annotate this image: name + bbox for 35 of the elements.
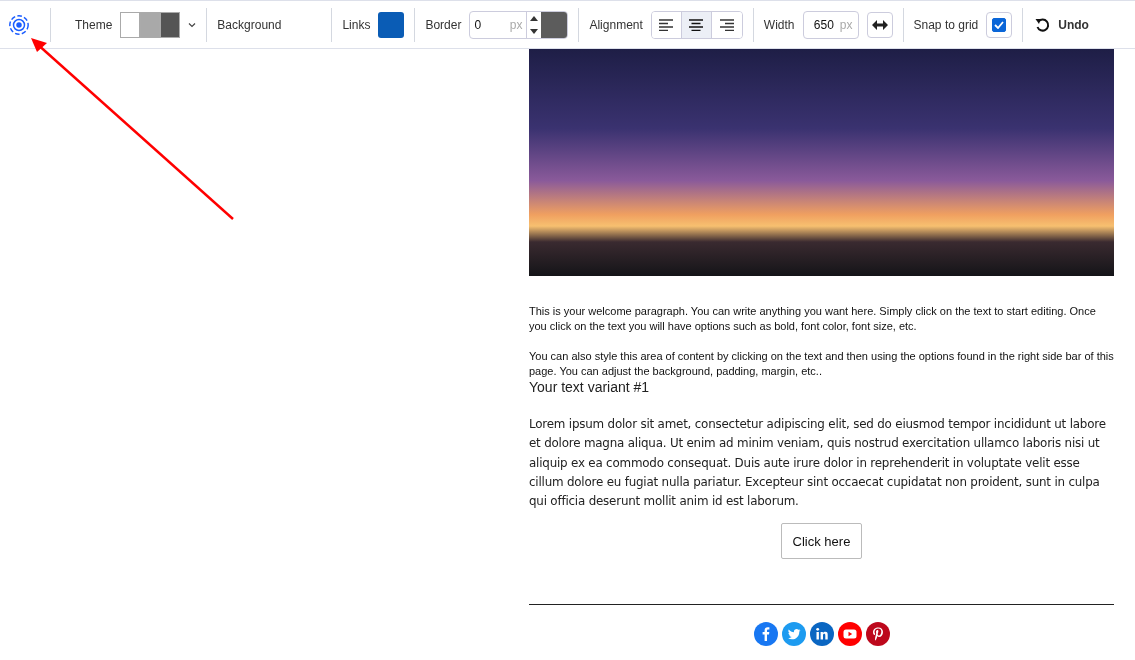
alignment-label: Alignment xyxy=(589,17,643,32)
theme-color-swatch[interactable] xyxy=(160,11,181,38)
undo-button[interactable]: Undo xyxy=(1033,16,1091,33)
theme-color-swatch[interactable] xyxy=(120,11,141,38)
welcome-paragraph: This is your welcome paragraph. You can write anything you want here. Simply click on the text to start editing. Once you click on the text you will have options such as bold, font color, font size, etc. xyxy=(529,304,1097,334)
theme-color-swatch[interactable] xyxy=(140,11,161,38)
expand-width-button[interactable] xyxy=(866,11,893,38)
align-center-icon xyxy=(689,18,704,31)
align-left-icon xyxy=(659,18,674,31)
target-logo-icon[interactable] xyxy=(8,13,30,36)
width-input[interactable]: 650 px xyxy=(802,10,859,39)
in-circle-icon[interactable] xyxy=(809,622,834,647)
snap-to-grid-label: Snap to grid xyxy=(913,17,979,32)
bird-circle-icon[interactable] xyxy=(781,622,806,647)
align-center-button[interactable] xyxy=(681,11,712,38)
align-left-button[interactable] xyxy=(651,11,682,38)
theme-label: Theme xyxy=(75,17,113,32)
double-arrow-icon xyxy=(871,19,888,30)
welcome-paragraph: You can also style this area of content by clicking on the text and then using the options found in the right side bar of this page. You can adjust the background, padding, margin, etc.. xyxy=(529,349,1114,379)
links-color-swatch[interactable] xyxy=(378,11,405,38)
width-label: Width xyxy=(763,17,795,32)
links-label: Links xyxy=(342,17,371,32)
background-label[interactable]: Background xyxy=(217,17,322,32)
text-variant-heading: Your text variant #1 xyxy=(529,379,651,395)
checkmark-icon xyxy=(994,20,1005,29)
play-circle-icon[interactable] xyxy=(837,622,862,647)
align-right-icon xyxy=(719,18,734,31)
border-label: Border xyxy=(425,17,462,32)
chevron-down-icon[interactable] xyxy=(188,21,197,28)
snap-checkbox[interactable] xyxy=(986,11,1013,38)
click-here-button[interactable]: Click here xyxy=(780,523,863,560)
letter-p-circle-icon[interactable] xyxy=(865,622,890,647)
lorem-paragraph: Lorem ipsum dolor sit amet, consectetur adipiscing elit, sed do eiusmod tempor incididunt ut labore et dolore magna aliqua. Ut enim ad minim veniam, quis nostrud exercitation ullamco laboris nisi ut aliquip ex ea commodo consequat. Duis aute irure dolor in reprehenderit in voluptate velit esse cillum dolore eu fugiat nulla pariatur. Excepteur sint occaecat cupidatat non proident, sunt in culpa qui officia deserunt mollit anim id est laborum. xyxy=(529,416,1107,511)
undo-icon xyxy=(1035,16,1051,33)
letter-f-circle-icon[interactable] xyxy=(753,622,778,647)
